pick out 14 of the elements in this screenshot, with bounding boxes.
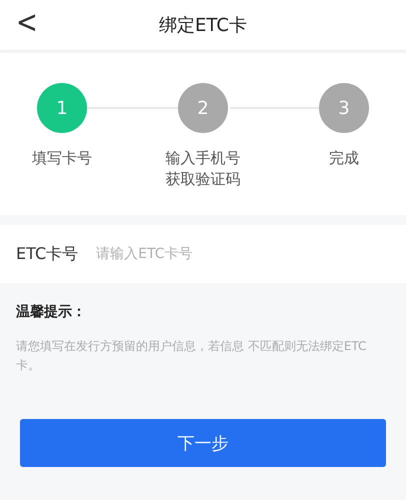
tips-title: 温馨提示： (16, 303, 87, 321)
back-button[interactable]: < (10, 5, 44, 41)
page-title: 绑定ETC卡 (159, 14, 247, 37)
tips-text: 请您填写在发行方预留的用户信息，若信息 不匹配则无法绑定ETC卡。 (16, 338, 368, 374)
card-number-field[interactable]: 请输入ETC卡号 (94, 245, 390, 263)
step-number: 2 (178, 83, 228, 133)
step-label: 获取验证码 (166, 169, 240, 190)
step-number: 3 (319, 83, 369, 133)
step-number: 1 (37, 83, 87, 133)
step-label: 输入手机号 (166, 148, 240, 169)
next-button[interactable]: 下一步 (20, 419, 386, 467)
step-label: 完成 (329, 148, 359, 169)
field-label: ETC卡号 (16, 244, 78, 264)
step-label: 填写卡号 (32, 148, 92, 169)
